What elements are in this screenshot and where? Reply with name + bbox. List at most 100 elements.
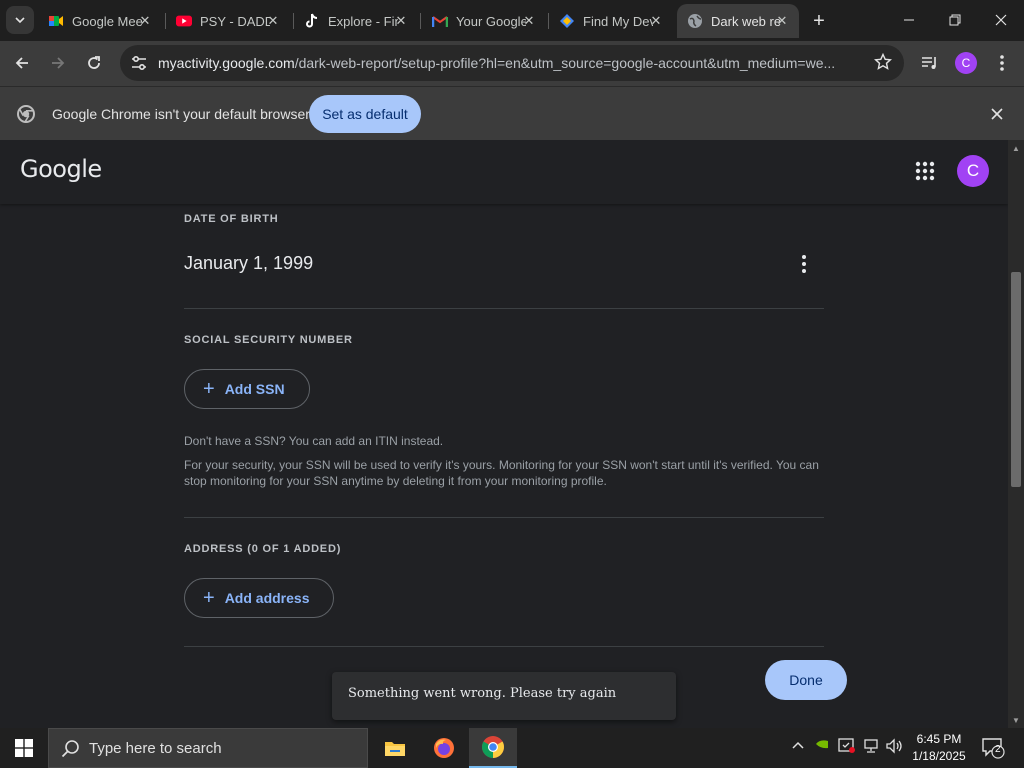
taskbar-search-placeholder: Type here to search	[89, 740, 222, 757]
scroll-up-arrow-icon[interactable]: ▲	[1008, 140, 1024, 156]
tab-find-my-device[interactable]: Find My Device ✕	[549, 4, 673, 38]
chrome-icon	[482, 736, 504, 758]
close-tab-icon[interactable]: ✕	[520, 12, 538, 30]
chrome-menu-button[interactable]	[989, 50, 1015, 76]
back-button[interactable]	[7, 48, 37, 78]
volume-icon[interactable]	[886, 738, 904, 757]
tab-strip: Google Meet ✕ PSY - DADDY ✕ Explore - Fi…	[0, 0, 1024, 41]
infobar-close-button[interactable]	[988, 105, 1006, 123]
tab-title: Your Google Account	[456, 13, 526, 29]
firefox-taskbar-button[interactable]	[420, 728, 468, 768]
add-address-button[interactable]: + Add address	[184, 578, 334, 618]
minimize-icon	[904, 19, 914, 21]
notification-icon	[982, 738, 1005, 759]
apps-grid-icon[interactable]	[913, 159, 937, 183]
chrome-taskbar-button[interactable]	[469, 728, 517, 768]
new-tab-button[interactable]: +	[806, 8, 832, 34]
scrollbar-thumb[interactable]	[1011, 272, 1021, 487]
security-tray-icon[interactable]	[838, 738, 856, 757]
scroll-down-arrow-icon[interactable]: ▼	[1008, 712, 1024, 728]
tab-title: Find My Device	[583, 13, 653, 29]
firefox-icon	[434, 738, 454, 758]
reload-button[interactable]	[79, 48, 109, 78]
gmail-icon	[432, 13, 448, 29]
tab-title: Google Meet	[72, 13, 142, 29]
arrow-right-icon	[52, 57, 65, 69]
profile-button[interactable]: C	[953, 50, 979, 76]
dob-more-options-icon[interactable]	[792, 252, 816, 276]
error-toast: Something went wrong. Please try again	[332, 672, 676, 720]
done-button[interactable]: Done	[765, 660, 847, 700]
google-header: Google C	[0, 140, 1008, 204]
google-meet-icon	[48, 13, 64, 29]
close-window-button[interactable]	[978, 0, 1024, 40]
taskbar-clock[interactable]: 6:45 PM 1/18/2025	[908, 731, 970, 765]
more-vert-icon	[1000, 55, 1004, 71]
close-tab-icon[interactable]: ✕	[136, 12, 154, 30]
file-explorer-taskbar-button[interactable]	[371, 728, 419, 768]
account-avatar[interactable]: C	[957, 155, 989, 187]
tab-search-button[interactable]	[6, 6, 34, 34]
taskbar-search-box[interactable]: Type here to search	[48, 728, 368, 768]
find-my-device-icon	[559, 13, 575, 29]
ssn-label: SOCIAL SECURITY NUMBER	[184, 334, 353, 346]
url-path: /dark-web-report/setup-profile?hl=en&utm…	[294, 55, 836, 71]
page-scrollbar[interactable]: ▲ ▼	[1008, 140, 1024, 728]
tab-title: Dark web report	[711, 13, 781, 29]
start-button[interactable]	[0, 728, 48, 768]
tab-title: PSY - DADDY	[200, 13, 270, 29]
tab-dark-web-report[interactable]: Dark web report ✕	[677, 4, 799, 38]
bookmark-star-icon[interactable]	[874, 53, 892, 71]
notifications-button[interactable]: 2	[982, 737, 1006, 762]
tiktok-icon	[304, 13, 320, 29]
divider	[184, 646, 824, 647]
close-tab-icon[interactable]: ✕	[647, 12, 665, 30]
close-tab-icon[interactable]: ✕	[392, 12, 410, 30]
minimize-button[interactable]	[886, 0, 932, 40]
tab-tiktok[interactable]: Explore - Find ✕	[294, 4, 418, 38]
tab-google-account[interactable]: Your Google Account ✕	[422, 4, 546, 38]
media-controls-button[interactable]	[917, 50, 943, 76]
set-as-default-button[interactable]: Set as default	[309, 95, 421, 133]
plus-icon: +	[203, 378, 215, 400]
tab-google-meet[interactable]: Google Meet ✕	[38, 4, 162, 38]
add-ssn-label: Add SSN	[224, 381, 285, 397]
nvidia-tray-icon[interactable]	[815, 738, 829, 753]
queue-music-icon	[922, 57, 936, 69]
restore-icon	[949, 14, 961, 26]
tab-youtube[interactable]: PSY - DADDY ✕	[166, 4, 290, 38]
clock-time: 6:45 PM	[916, 732, 962, 746]
windows-taskbar: Type here to search 6:45 PM 1/18/2025 2	[0, 728, 1024, 768]
close-icon	[991, 108, 1003, 120]
add-address-label: Add address	[224, 590, 310, 606]
avatar: C	[955, 52, 977, 74]
address-label: ADDRESS (0 OF 1 ADDED)	[184, 543, 342, 555]
google-logo[interactable]: Google	[20, 155, 102, 183]
forward-button[interactable]	[43, 48, 73, 78]
restore-button[interactable]	[932, 0, 978, 40]
chevron-down-icon	[15, 17, 25, 24]
url-text: myactivity.google.com/dark-web-report/se…	[158, 55, 858, 71]
chevron-up-icon	[792, 741, 804, 749]
browser-toolbar: myactivity.google.com/dark-web-report/se…	[0, 41, 1024, 86]
clock-date: 1/18/2025	[912, 749, 966, 763]
dob-label: DATE OF BIRTH	[184, 213, 279, 225]
arrow-left-icon	[15, 57, 28, 69]
close-tab-icon[interactable]: ✕	[773, 12, 791, 30]
windows-logo-icon	[15, 739, 33, 757]
add-ssn-button[interactable]: + Add SSN	[184, 369, 310, 409]
plus-icon: +	[203, 587, 215, 609]
reload-icon	[88, 56, 100, 69]
chrome-logo-icon	[17, 105, 35, 123]
globe-icon	[687, 13, 703, 29]
close-tab-icon[interactable]: ✕	[264, 12, 282, 30]
network-icon[interactable]	[863, 738, 881, 757]
folder-icon	[385, 742, 405, 756]
address-bar[interactable]: myactivity.google.com/dark-web-report/se…	[120, 45, 904, 81]
default-browser-infobar: Google Chrome isn't your default browser…	[0, 86, 1024, 140]
divider	[184, 308, 824, 309]
site-info-icon[interactable]	[129, 53, 149, 73]
dob-value: January 1, 1999	[184, 253, 314, 273]
show-hidden-icons-button[interactable]	[791, 738, 805, 755]
infobar-message: Google Chrome isn't your default browser	[52, 106, 310, 122]
